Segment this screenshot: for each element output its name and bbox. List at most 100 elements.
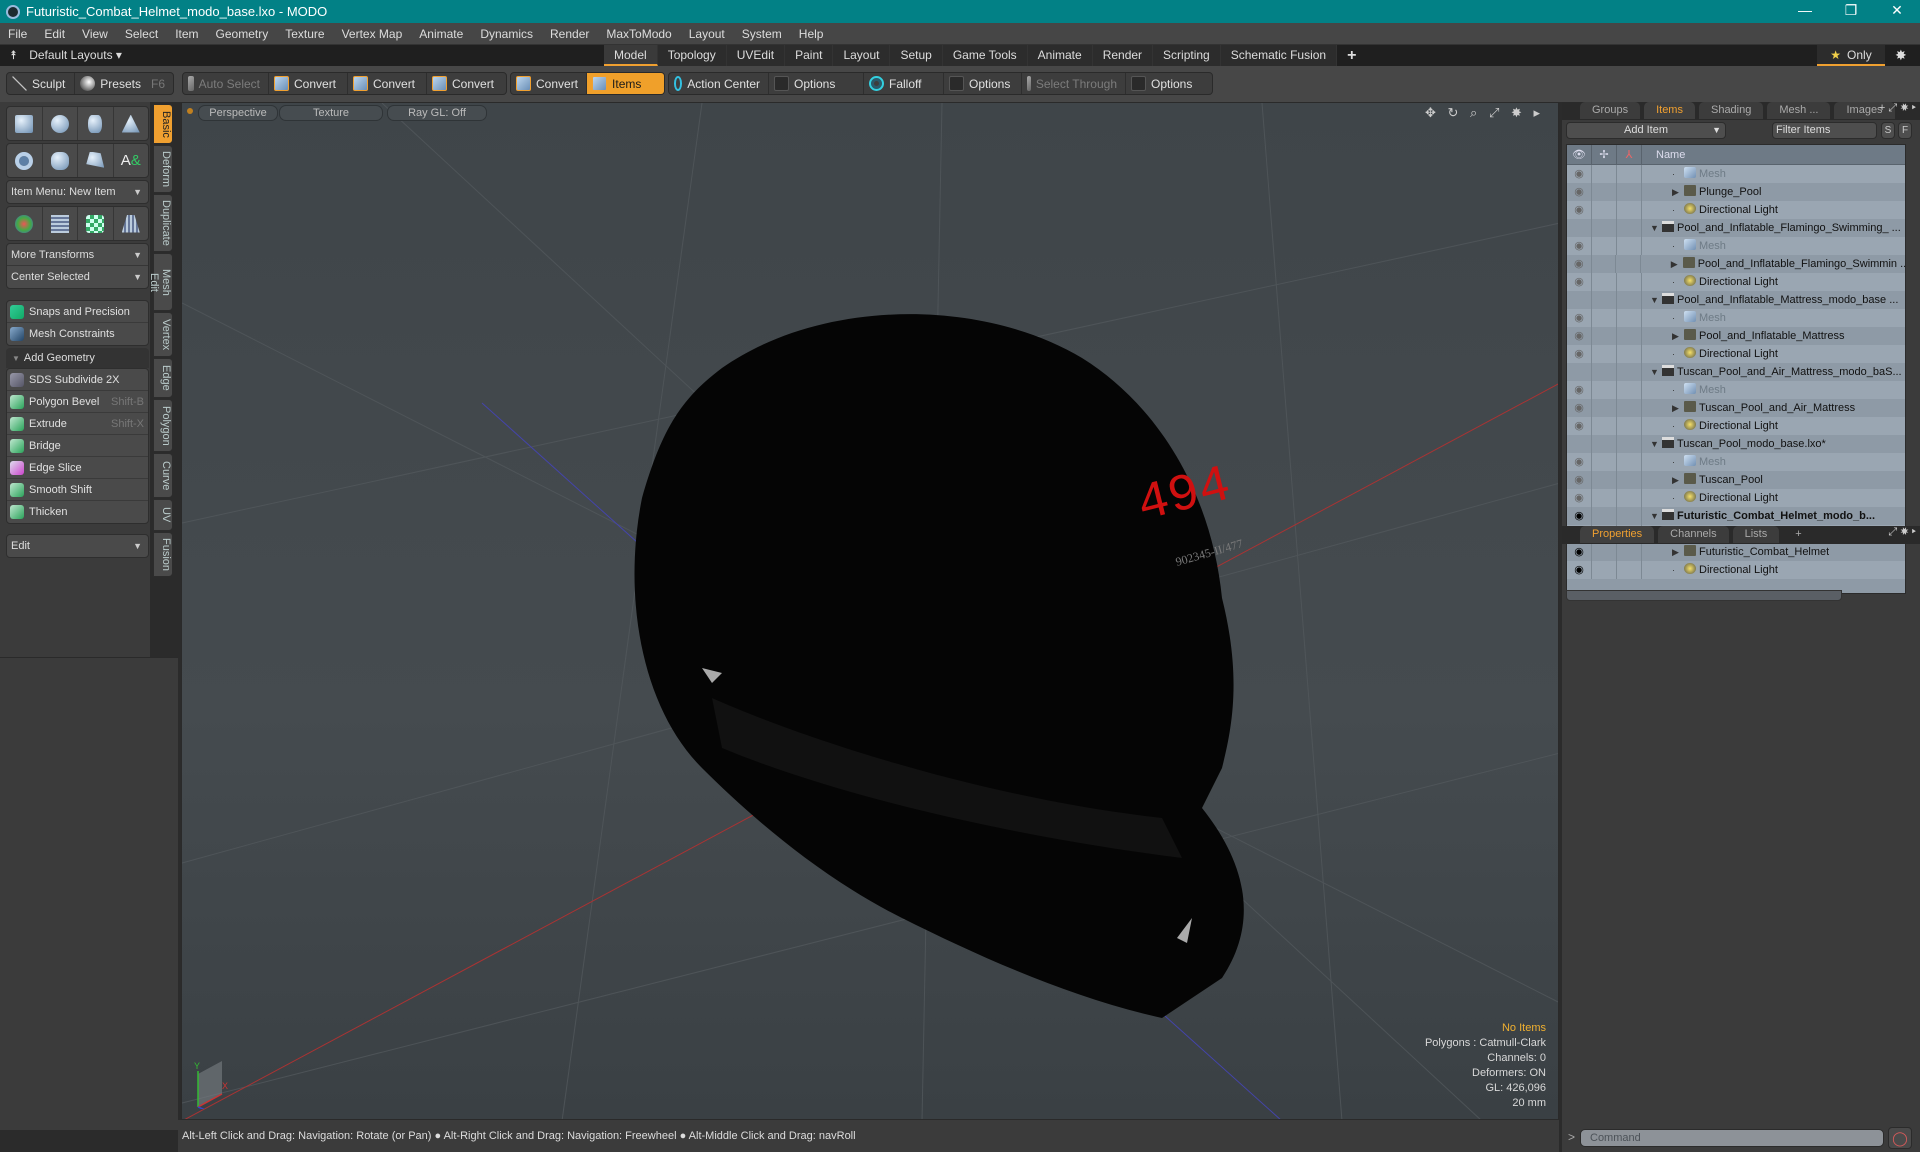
axis-cell[interactable] [1617, 363, 1642, 381]
item-list-row[interactable]: ◉ · Directional Light [1567, 561, 1905, 579]
lock-cell[interactable] [1592, 237, 1617, 255]
sphere-tool[interactable] [43, 107, 78, 140]
expand-toggle-icon[interactable]: ▶ [1672, 327, 1684, 345]
lock-cell[interactable] [1592, 381, 1617, 399]
menu-maxtomodo[interactable]: MaxToModo [606, 27, 671, 41]
axis-cell[interactable] [1617, 201, 1642, 219]
expand-toggle-icon[interactable]: ▶ [1671, 255, 1683, 273]
item-list-row[interactable]: ◉ · Directional Light [1567, 345, 1905, 363]
item-list-row[interactable]: ◉ · Directional Light [1567, 273, 1905, 291]
visibility-eye-icon[interactable]: ◉ [1567, 345, 1592, 363]
center-selected-dropdown[interactable]: Center Selected ▼ [7, 266, 148, 288]
axis-cell[interactable] [1617, 273, 1642, 291]
menu-vertex-map[interactable]: Vertex Map [342, 27, 403, 41]
visibility-eye-icon[interactable]: ◉ [1567, 201, 1592, 219]
tab-channels[interactable]: Channels [1658, 526, 1729, 543]
thicken-button[interactable]: Thicken [7, 501, 148, 523]
close-button[interactable]: ✕ [1874, 0, 1920, 23]
transform-tool[interactable] [7, 207, 43, 240]
add-panel-tab-button[interactable]: + [1783, 526, 1813, 543]
tab-fusion[interactable]: Fusion [153, 532, 173, 577]
viewport-dot-icon[interactable] [187, 108, 193, 114]
visibility-eye-icon[interactable]: ◉ [1567, 327, 1592, 345]
tab-duplicate[interactable]: Duplicate [153, 194, 173, 252]
f-filter-button[interactable]: F [1898, 122, 1912, 139]
axis-cell[interactable] [1617, 471, 1642, 489]
lock-cell[interactable] [1592, 291, 1617, 309]
menu-view[interactable]: View [82, 27, 108, 41]
visibility-eye-icon[interactable]: ◉ [1567, 471, 1592, 489]
lock-cell[interactable] [1592, 201, 1617, 219]
items-mode-button[interactable]: Items5 [587, 73, 664, 94]
sculpt-button[interactable]: Sculpt [7, 73, 76, 94]
item-list-row[interactable]: ◉ ▶ Tuscan_Pool_and_Air_Mattress [1567, 399, 1905, 417]
visibility-eye-icon[interactable]: ◉ [1567, 417, 1592, 435]
presets-button[interactable]: Presets F6 [75, 73, 173, 94]
item-list-row[interactable]: ▼ Tuscan_Pool_and_Air_Mattress_modo_baS..… [1567, 363, 1905, 381]
grid-tool[interactable] [43, 207, 78, 240]
item-list-row[interactable]: ◉ · Mesh [1567, 381, 1905, 399]
axis-cell[interactable] [1617, 237, 1642, 255]
lock-cell[interactable] [1592, 399, 1617, 417]
lock-cell[interactable] [1592, 183, 1617, 201]
polygon-bevel-button[interactable]: Polygon Bevel Shift-B [7, 391, 148, 413]
lock-cell[interactable] [1592, 543, 1617, 561]
minimize-button[interactable]: — [1782, 0, 1828, 23]
raygl-button[interactable]: Ray GL: Off [387, 105, 487, 121]
axis-cell[interactable] [1617, 381, 1642, 399]
item-list-row[interactable]: ▼ Tuscan_Pool_modo_base.lxo* [1567, 435, 1905, 453]
item-menu-dropdown[interactable]: Item Menu: New Item ▼ [6, 180, 149, 204]
axis-cell[interactable] [1617, 561, 1642, 579]
visibility-eye-icon[interactable] [1567, 363, 1592, 381]
viewport-nav-icons[interactable]: ✥ ↻ ⌕ ⤢ ✸ ▸ [1425, 105, 1544, 121]
menu-edit[interactable]: Edit [44, 27, 65, 41]
visibility-eye-icon[interactable]: ◉ [1567, 507, 1592, 525]
more-transforms-dropdown[interactable]: More Transforms ▼ [7, 244, 148, 266]
lock-cell[interactable] [1592, 165, 1617, 183]
visibility-eye-icon[interactable]: ◉ [1567, 381, 1592, 399]
tab-basic[interactable]: Basic [153, 104, 173, 144]
item-list-row[interactable]: ◉ · Mesh [1567, 165, 1905, 183]
name-column-header[interactable]: Name [1642, 145, 1905, 164]
cone-tool[interactable] [114, 107, 149, 140]
tab-topology[interactable]: Topology [657, 45, 727, 66]
lock-cell[interactable] [1592, 561, 1617, 579]
axis-cell[interactable] [1617, 165, 1642, 183]
chevron-down-icon[interactable]: ▼ [1712, 123, 1721, 138]
expand-toggle-icon[interactable]: ▶ [1672, 399, 1684, 417]
tab-curve[interactable]: Curve [153, 453, 173, 498]
convert-edges-button[interactable]: Convert [348, 73, 427, 94]
3d-viewport[interactable]: 494 902345-II/477 Perspective Texture Ra… [181, 102, 1559, 1120]
falloff-options-button[interactable]: Options [944, 73, 1022, 94]
tab-setup[interactable]: Setup [890, 45, 943, 66]
s-filter-button[interactable]: S [1881, 122, 1895, 139]
add-item-button[interactable]: Add Item ▼ [1566, 122, 1726, 139]
expand-toggle-icon[interactable]: ▶ [1672, 183, 1684, 201]
axis-cell[interactable] [1617, 435, 1642, 453]
tab-layout[interactable]: Layout [833, 45, 891, 66]
tab-model[interactable]: Model [604, 45, 658, 66]
tab-items[interactable]: Items [1644, 102, 1695, 119]
expand-toggle-icon[interactable]: ▶ [1672, 471, 1684, 489]
texture-tool[interactable] [78, 207, 114, 240]
default-layouts-dropdown[interactable]: ⯭ Default Layouts ▾ [10, 48, 122, 63]
visibility-eye-icon[interactable] [1567, 219, 1592, 237]
item-list-scrollbar[interactable] [1566, 590, 1842, 601]
axis-cell[interactable] [1617, 327, 1642, 345]
action-center-button[interactable]: Action Center [669, 73, 769, 94]
lock-cell[interactable] [1592, 363, 1617, 381]
lock-cell[interactable] [1592, 489, 1617, 507]
visibility-eye-icon[interactable]: ◉ [1567, 453, 1592, 471]
menu-texture[interactable]: Texture [285, 27, 324, 41]
tab-vertex[interactable]: Vertex [153, 312, 173, 357]
menu-item[interactable]: Item [175, 27, 198, 41]
expand-toggle-icon[interactable]: ▼ [1650, 435, 1662, 453]
shading-mode-button[interactable]: Texture [279, 105, 383, 121]
item-list-row[interactable]: ◉ · Mesh [1567, 309, 1905, 327]
cube-tool[interactable] [7, 107, 43, 140]
tab-animate[interactable]: Animate [1027, 45, 1093, 66]
lock-cell[interactable] [1592, 417, 1617, 435]
visibility-eye-icon[interactable]: ◉ [1567, 237, 1592, 255]
visibility-eye-icon[interactable]: ◉ [1567, 561, 1592, 579]
cylinder-tool[interactable] [78, 107, 114, 140]
